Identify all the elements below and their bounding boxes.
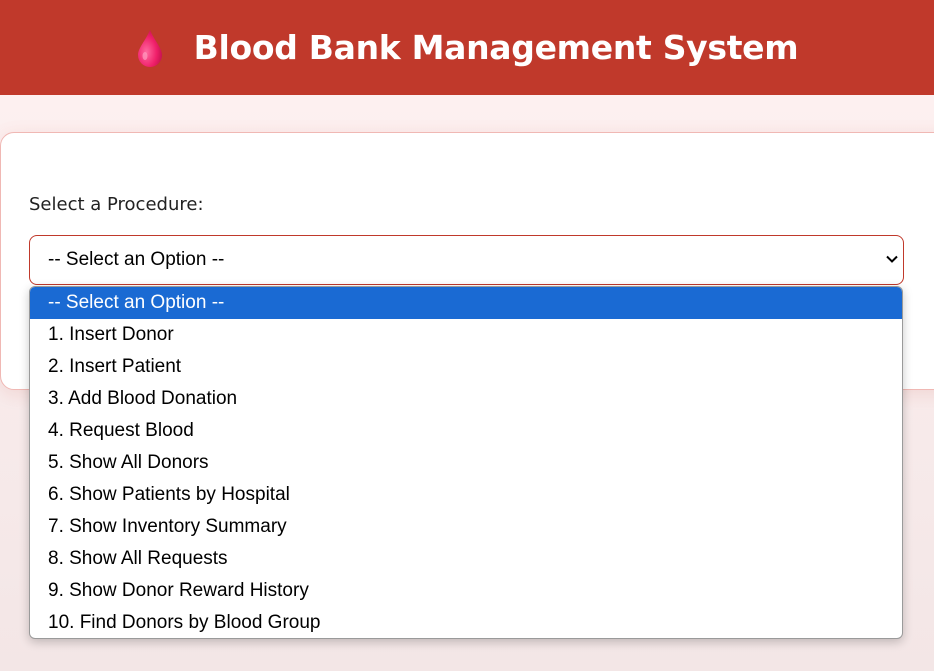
option-add-blood-donation[interactable]: 3. Add Blood Donation	[30, 383, 902, 415]
option-insert-patient[interactable]: 2. Insert Patient	[30, 351, 902, 383]
option-select-placeholder[interactable]: -- Select an Option --	[30, 287, 902, 319]
procedure-select-value: -- Select an Option --	[48, 249, 225, 270]
option-show-inventory-summary[interactable]: 7. Show Inventory Summary	[30, 511, 902, 543]
option-find-donors-by-blood-group[interactable]: 10. Find Donors by Blood Group	[30, 607, 902, 638]
option-request-blood[interactable]: 4. Request Blood	[30, 415, 902, 447]
option-show-donor-reward-history[interactable]: 9. Show Donor Reward History	[30, 575, 902, 607]
page-title: Blood Bank Management System	[193, 28, 799, 67]
option-show-all-requests[interactable]: 8. Show All Requests	[30, 543, 902, 575]
chevron-down-icon	[886, 255, 898, 263]
procedure-select[interactable]: -- Select an Option --	[29, 235, 904, 285]
blood-drop-icon	[137, 29, 162, 67]
procedure-dropdown-list: -- Select an Option -- 1. Insert Donor 2…	[29, 286, 903, 639]
option-show-all-donors[interactable]: 5. Show All Donors	[30, 447, 902, 479]
app-header: Blood Bank Management System	[0, 0, 934, 95]
option-insert-donor[interactable]: 1. Insert Donor	[30, 319, 902, 351]
option-show-patients-by-hospital[interactable]: 6. Show Patients by Hospital	[30, 479, 902, 511]
procedure-label: Select a Procedure:	[29, 194, 204, 215]
header-content: Blood Bank Management System	[136, 28, 799, 68]
